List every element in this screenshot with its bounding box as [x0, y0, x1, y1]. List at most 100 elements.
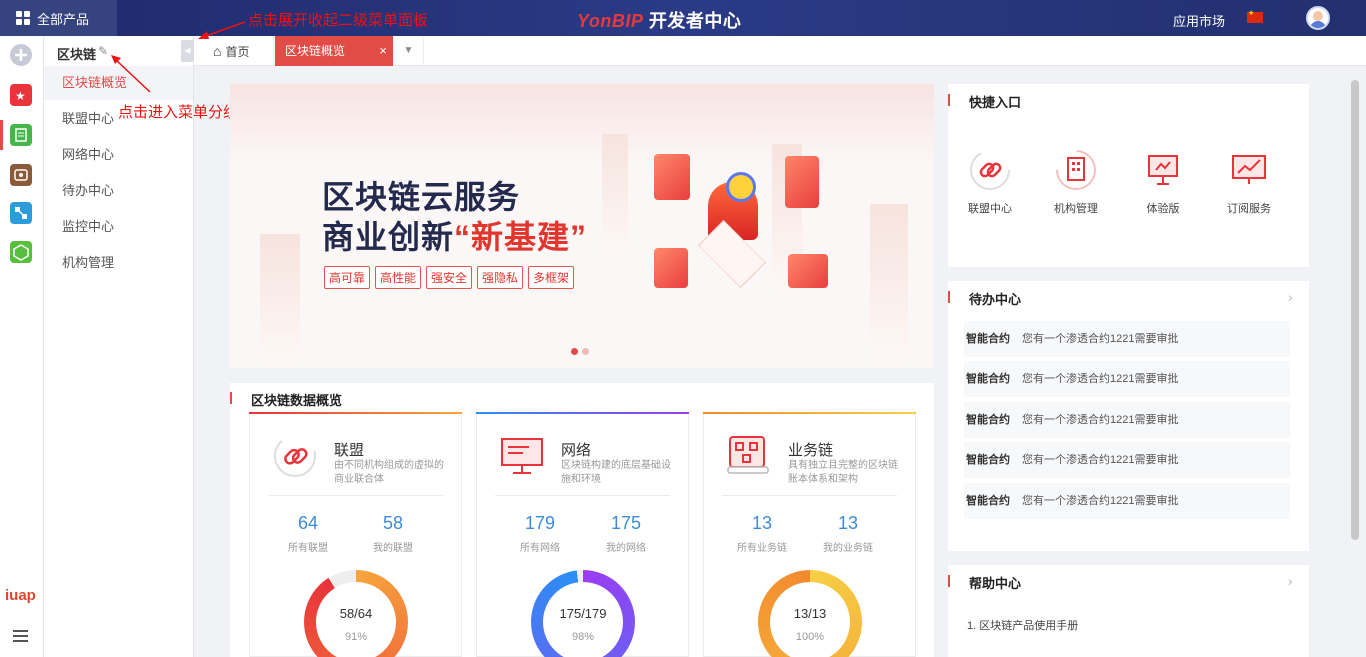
todo-row[interactable]: 智能合约 您有一个渗透合约1221需要审批 — [964, 321, 1290, 357]
icon-rail: ★ iuap — [0, 36, 44, 657]
ledger-icon[interactable] — [10, 124, 32, 146]
banner-tag: 高可靠 — [324, 266, 371, 289]
add-icon[interactable] — [10, 44, 32, 66]
todo-row[interactable]: 智能合约 您有一个渗透合约1221需要审批 — [964, 442, 1290, 478]
china-flag-icon[interactable] — [1247, 9, 1263, 23]
my-count[interactable]: 175 — [586, 513, 666, 534]
presentation-icon — [1141, 148, 1185, 192]
sidebar-item-todo[interactable]: 待办中心 — [44, 174, 193, 208]
brand-logo: YonBIP 开发者中心 — [577, 11, 742, 31]
iso-screen-illustration — [788, 254, 828, 288]
link-icon — [968, 148, 1012, 192]
page-scrollbar[interactable] — [1351, 80, 1359, 540]
quick-item-alliance[interactable]: 联盟中心 — [955, 148, 1025, 216]
all-count-label: 所有联盟 — [288, 543, 328, 554]
close-tab-icon[interactable]: × — [379, 36, 387, 66]
edit-pencil-icon[interactable]: ✎ — [98, 44, 108, 58]
todo-row[interactable]: 智能合约 您有一个渗透合约1221需要审批 — [964, 402, 1290, 438]
my-count-label: 我的业务链 — [823, 543, 873, 554]
all-count[interactable]: 13 — [722, 513, 802, 534]
promo-banner[interactable]: 区块链云服务 商业创新“新基建” 高可靠 高性能 强安全 强隐私 多框架 — [230, 84, 934, 368]
annotation-expand-panel: 点击展开收起二级菜单面板 — [248, 12, 429, 29]
chart-board-icon — [1227, 148, 1271, 192]
banner-tag: 强安全 — [426, 266, 473, 289]
all-count[interactable]: 64 — [268, 513, 348, 534]
cube-icon[interactable] — [10, 241, 32, 263]
ring-percent: 100% — [795, 631, 825, 643]
my-count-label: 我的网络 — [606, 543, 646, 554]
progress-ring: 13/13 100% — [758, 570, 862, 657]
grid-icon — [16, 10, 31, 26]
finance-icon[interactable] — [10, 164, 32, 186]
app-market-link[interactable]: 应用市场 — [1173, 11, 1225, 30]
ring-percent: 98% — [571, 631, 595, 643]
carousel-dots — [571, 348, 589, 355]
chevron-right-icon[interactable]: › — [1288, 289, 1293, 305]
card-description: 具有独立且完整的区块链账本体系和架构 — [788, 460, 898, 485]
iso-screen-illustration — [785, 156, 819, 208]
link-icon — [272, 433, 318, 479]
menu-group-title: 区块链 — [57, 47, 97, 62]
quick-item-trial[interactable]: 体验版 — [1128, 148, 1198, 216]
progress-ring: 58/64 91% — [304, 570, 408, 657]
my-count[interactable]: 13 — [808, 513, 888, 534]
ring-value: 58/64 — [339, 606, 373, 621]
blockchain-icon[interactable] — [10, 202, 32, 224]
data-overview-title: 区块链数据概览 — [251, 393, 343, 408]
todo-center-card: 待办中心 › 智能合约 您有一个渗透合约1221需要审批 智能合约 您有一个渗透合约… — [948, 281, 1309, 551]
all-count-label: 所有业务链 — [737, 543, 787, 554]
ring-value: 13/13 — [793, 606, 827, 621]
todo-center-title: 待办中心 — [969, 292, 1022, 307]
tab-blockchain-overview[interactable]: 区块链概览 × — [275, 36, 393, 66]
home-icon: ⌂ — [213, 43, 222, 59]
business-chain-stats-card[interactable]: 业务链 具有独立且完整的区块链账本体系和架构 13 所有业务链 13 我的业务链… — [703, 412, 916, 657]
ring-value: 175/179 — [559, 606, 607, 621]
svg-text:★: ★ — [15, 89, 26, 103]
monitor-icon — [499, 433, 545, 479]
sidebar-item-overview[interactable]: 区块链概览 — [44, 66, 193, 100]
tab-more-dropdown[interactable]: ▼ — [394, 36, 424, 66]
card-name: 业务链 — [788, 442, 834, 459]
iso-screen-illustration — [654, 154, 690, 200]
tab-home[interactable]: ⌂ 首页 — [194, 36, 274, 66]
ring-percent: 91% — [344, 631, 368, 643]
carousel-dot[interactable] — [582, 348, 589, 355]
quick-item-org[interactable]: 机构管理 — [1041, 148, 1111, 216]
quick-item-subscription[interactable]: 订阅服务 — [1214, 148, 1284, 216]
quick-entry-title: 快捷入口 — [969, 95, 1022, 110]
chevron-right-icon[interactable]: › — [1288, 573, 1293, 589]
carousel-dot[interactable] — [571, 348, 578, 355]
banner-tags: 高可靠 高性能 强安全 强隐私 多框架 — [324, 266, 575, 289]
top-bar: 全部产品 YonBIP 开发者中心 应用市场 — [0, 0, 1366, 36]
my-count-label: 我的联盟 — [373, 543, 413, 554]
all-products-button[interactable]: 全部产品 — [0, 0, 117, 36]
tab-bar: ⌂ 首页 区块链概览 × ▼ — [194, 36, 1366, 66]
all-count[interactable]: 179 — [500, 513, 580, 534]
favorites-icon[interactable]: ★ — [10, 84, 32, 106]
alliance-stats-card[interactable]: 联盟 由不同机构组成的虚拟的商业联合体 64 所有联盟 58 我的联盟 58/6… — [249, 412, 462, 657]
todo-row[interactable]: 智能合约 您有一个渗透合约1221需要审批 — [964, 483, 1290, 519]
card-description: 区块链构建的底层基础设施和环境 — [561, 460, 671, 485]
card-name: 联盟 — [334, 442, 365, 459]
shield-check-illustration — [726, 172, 756, 202]
iuap-logo: iuap — [5, 587, 36, 604]
my-count[interactable]: 58 — [353, 513, 433, 534]
iso-screen-illustration — [654, 248, 688, 288]
rail-active-indicator — [0, 120, 3, 150]
menu-icon[interactable] — [13, 630, 28, 642]
sidebar-item-org[interactable]: 机构管理 — [44, 246, 193, 280]
network-nodes-icon — [726, 433, 772, 479]
help-center-title: 帮助中心 — [969, 576, 1022, 591]
progress-ring: 175/179 98% — [531, 570, 635, 657]
quick-entry-card: 快捷入口 联盟中心 机构管理 体验版 订阅服务 — [948, 84, 1309, 267]
sidebar-item-network[interactable]: 网络中心 — [44, 138, 193, 172]
collapse-panel-button[interactable]: ◀ — [181, 40, 194, 62]
network-stats-card[interactable]: 网络 区块链构建的底层基础设施和环境 179 所有网络 175 我的网络 175… — [476, 412, 689, 657]
sidebar-item-monitor[interactable]: 监控中心 — [44, 210, 193, 244]
secondary-menu-panel: 区块链 ✎ ◀ 区块链概览 联盟中心 网络中心 待办中心 监控中心 机构管理 — [44, 36, 194, 657]
user-avatar[interactable] — [1306, 6, 1330, 30]
help-link-manual[interactable]: 1. 区块链产品使用手册 — [967, 617, 1078, 633]
all-products-label: 全部产品 — [37, 11, 90, 27]
banner-title-line2: 商业创新“新基建” — [322, 219, 588, 255]
todo-row[interactable]: 智能合约 您有一个渗透合约1221需要审批 — [964, 361, 1290, 397]
